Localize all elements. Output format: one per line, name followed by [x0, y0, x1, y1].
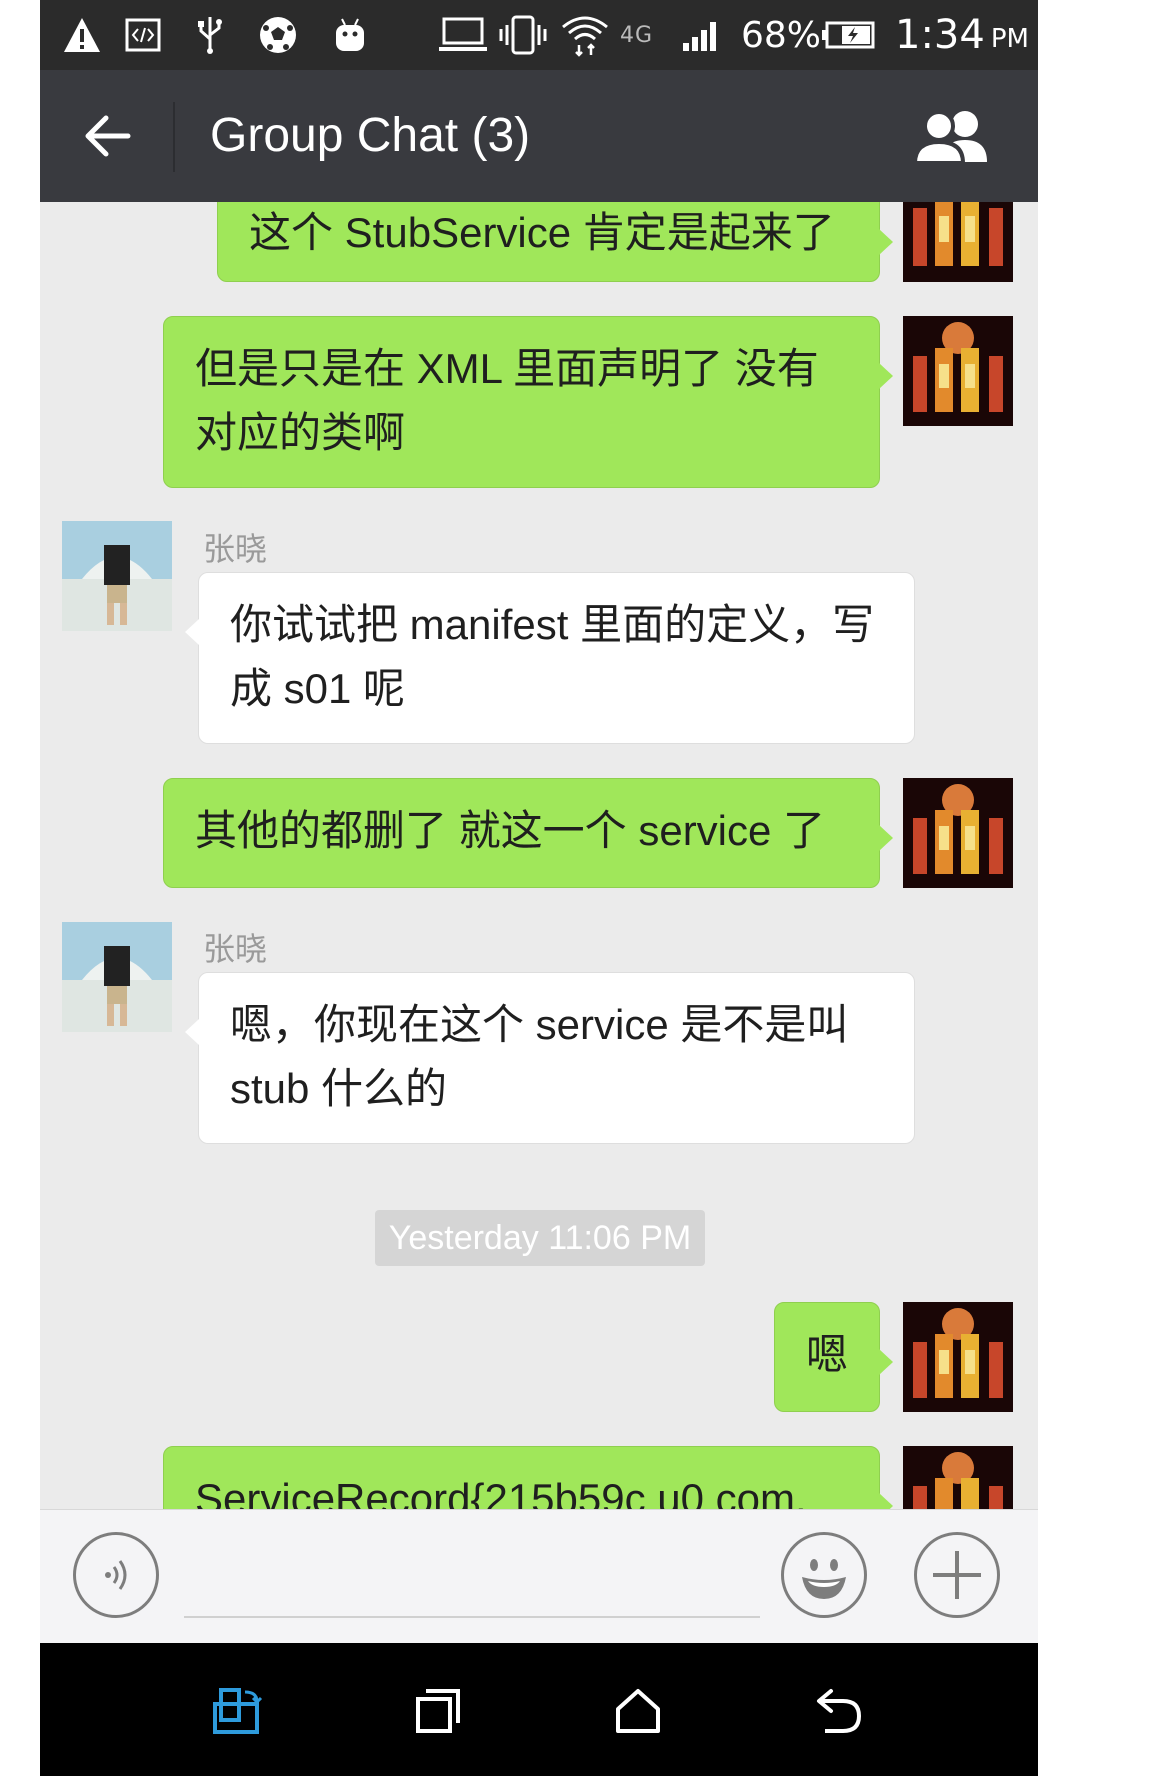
arrow-left-icon	[85, 115, 131, 157]
chat-header: Group Chat (3)	[40, 70, 1038, 202]
message-bubble-outgoing[interactable]: 嗯	[774, 1302, 893, 1412]
signal-icon	[680, 15, 724, 55]
message-text: 这个 StubService 肯定是起来了	[249, 209, 835, 256]
group-members-icon	[913, 110, 987, 164]
sender-avatar[interactable]	[62, 521, 172, 631]
phone-screen: 4G 68% 1:34 PM Group Chat (3) 这个 StubSer…	[40, 0, 1038, 1776]
voice-icon	[105, 1560, 127, 1590]
recent-apps-icon	[416, 1689, 460, 1733]
plus-icon	[933, 1551, 981, 1599]
wifi-icon	[560, 15, 610, 57]
home-button[interactable]	[598, 1671, 678, 1751]
clock-time: 1:34	[895, 12, 985, 58]
code-icon	[123, 15, 163, 55]
sender-name: 张晓	[203, 530, 268, 568]
message-bubble-incoming[interactable]: 你试试把 manifest 里面的定义，写成 s01 呢	[185, 572, 915, 744]
laptop-icon	[438, 15, 488, 55]
message-text: 其他的都删了 就这一个 service 了	[195, 807, 826, 854]
message-bubble-outgoing[interactable]: 其他的都删了 就这一个 service 了	[163, 778, 893, 888]
soccer-icon	[258, 15, 298, 55]
status-bar: 4G 68% 1:34 PM	[40, 0, 1038, 70]
voice-button[interactable]	[73, 1532, 159, 1618]
message-list[interactable]: 这个 StubService 肯定是起来了 但是只是在 XML 里面声明了 没有…	[40, 202, 1038, 1509]
message-text: 嗯，你现在这个 service 是不是叫 stub 什么的	[230, 1001, 849, 1112]
vibrate-icon	[498, 15, 548, 55]
battery-charging-icon	[822, 15, 876, 55]
message-bubble-outgoing[interactable]: ServiceRecord{215b59c u0 com.	[163, 1446, 893, 1509]
emoji-icon	[802, 1559, 846, 1599]
home-icon	[616, 1689, 660, 1733]
message-text: 嗯	[805, 1331, 848, 1378]
android-icon	[330, 15, 370, 55]
my-avatar[interactable]	[903, 1302, 1013, 1412]
screen-rotate-button[interactable]	[198, 1671, 278, 1751]
my-avatar[interactable]	[903, 1446, 1013, 1509]
timestamp-divider: Yesterday 11:06 PM	[375, 1210, 705, 1266]
clock-ampm: PM	[990, 24, 1029, 54]
message-text: 你试试把 manifest 里面的定义，写成 s01 呢	[230, 601, 875, 712]
message-bubble-incoming[interactable]: 嗯，你现在这个 service 是不是叫 stub 什么的	[185, 972, 915, 1144]
my-avatar[interactable]	[903, 778, 1013, 888]
my-avatar[interactable]	[903, 202, 1013, 282]
sender-avatar[interactable]	[62, 922, 172, 1032]
message-bubble-outgoing[interactable]: 这个 StubService 肯定是起来了	[217, 202, 893, 282]
emoji-button[interactable]	[781, 1532, 867, 1618]
more-button[interactable]	[914, 1532, 1000, 1618]
back-button[interactable]	[70, 98, 146, 174]
message-text: 但是只是在 XML 里面声明了 没有对应的类啊	[195, 345, 819, 456]
system-navigation-bar	[40, 1643, 1038, 1776]
header-divider	[173, 102, 175, 172]
warning-icon	[62, 15, 102, 55]
usb-icon	[190, 15, 230, 55]
message-text: ServiceRecord{215b59c u0 com.	[195, 1475, 807, 1509]
back-icon	[817, 1689, 862, 1733]
page-title: Group Chat (3)	[210, 109, 531, 162]
screen-rotate-icon	[213, 1688, 263, 1734]
battery-percent: 68%	[741, 14, 822, 56]
message-input-bar	[40, 1509, 1038, 1644]
system-back-button[interactable]	[798, 1671, 878, 1751]
network-4g-icon: 4G	[620, 22, 654, 48]
message-text-input[interactable]	[184, 1540, 760, 1618]
recent-apps-button[interactable]	[398, 1671, 478, 1751]
group-members-button[interactable]	[908, 98, 994, 174]
my-avatar[interactable]	[903, 316, 1013, 426]
sender-name: 张晓	[203, 930, 268, 968]
message-bubble-outgoing[interactable]: 但是只是在 XML 里面声明了 没有对应的类啊	[163, 316, 893, 488]
